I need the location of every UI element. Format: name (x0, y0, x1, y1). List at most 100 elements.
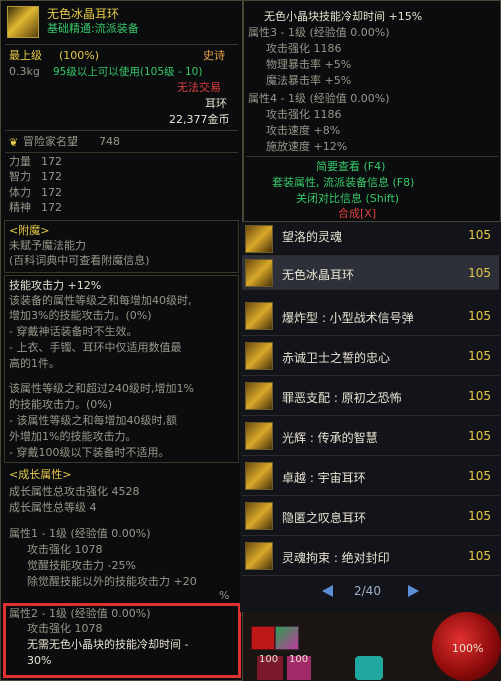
growth-total-level: 成长属性总等级 4 (9, 501, 97, 514)
skill-attack-line: 高的1件。 (9, 357, 60, 370)
attr3-line: 魔法暴击率 +5% (266, 74, 352, 87)
flare-icon (245, 302, 273, 330)
trade-status: 无法交易 (177, 81, 221, 94)
next-page-icon[interactable] (408, 585, 420, 597)
item-name: 望洛的灵魂 (282, 230, 343, 244)
item-level: 105 (468, 228, 491, 242)
emblem-icon (245, 342, 273, 370)
sigh-icon (245, 502, 273, 530)
skill-slot[interactable] (275, 626, 299, 650)
stat-int-label: 智力 (9, 170, 31, 183)
cooldown-line: 无色小晶块技能冷却时间 +15% (264, 10, 423, 23)
growth-total-attack: 成长属性总攻击强化 4528 (9, 485, 140, 498)
grade-label: 最上级 (9, 49, 42, 62)
attr1-line: 攻击强化 1078 (27, 543, 103, 556)
enchant-header: <附魔> (9, 224, 50, 237)
item-name: 无色冰晶耳环 (282, 268, 355, 282)
slot-count: 100 (289, 654, 309, 665)
item-level: 105 (468, 429, 491, 443)
item-name: 罪恶支配 : 原初之恐怖 (282, 391, 402, 405)
page-number: 2/40 (354, 584, 381, 598)
item-name: 赤诚卫士之誓的忠心 (282, 351, 391, 365)
earring-icon (245, 259, 273, 287)
stat-int-value: 172 (41, 170, 62, 183)
light-icon (245, 422, 273, 450)
item-level: 105 (468, 266, 491, 280)
renown-label: 冒险家名望 (23, 135, 78, 148)
stat-str-label: 力量 (9, 155, 31, 168)
list-item[interactable]: 爆炸型 : 小型战术信号弹 105 (242, 296, 499, 336)
list-item[interactable]: 无色冰晶耳环 105 (242, 256, 499, 290)
simple-view-link[interactable]: 简要查看 (F4) (316, 160, 385, 174)
slot-count: 100 (259, 654, 279, 665)
item-level: 105 (468, 549, 491, 563)
cosmic-icon (245, 462, 273, 490)
potion-slot[interactable] (251, 626, 275, 650)
item-level: 105 (468, 349, 491, 363)
slot-type: 耳环 (205, 97, 227, 110)
list-item[interactable]: 光辉 : 传承的智慧 105 (242, 416, 499, 456)
item-level: 105 (468, 309, 491, 323)
list-item[interactable]: 卓越 : 宇宙耳环 105 (242, 456, 499, 496)
skill-attack-title: 技能攻击力 +12% (9, 279, 102, 292)
list-item[interactable]: 赤诚卫士之誓的忠心 105 (242, 336, 499, 376)
item-tooltip-main: 无色冰晶耳环 基础精通:流派装备 最上级 (100%) 史诗 0.3kg 95级… (0, 0, 243, 681)
item-name: 光辉 : 传承的智慧 (282, 431, 378, 445)
synthesize-link[interactable]: 合成[X] (338, 207, 376, 221)
item-level: 105 (468, 469, 491, 483)
skill-attack-line: - 穿戴100级以下装备时不适用。 (9, 446, 170, 459)
skill-attack-line: - 该属性等级之和每增加40级时,额 (9, 414, 177, 427)
item-subtitle: 基础精通:流派装备 (47, 22, 139, 35)
item-name: 灵魂拘束 : 绝对封印 (282, 551, 390, 565)
list-item[interactable]: 灵魂拘束 : 绝对封印 105 (242, 536, 499, 576)
level-requirement: 95级以上可以使用(105级 - 10) (53, 66, 203, 78)
stat-str-value: 172 (41, 155, 62, 168)
attr1-line: % (219, 589, 230, 602)
list-item[interactable]: 望洛的灵魂 105 (242, 222, 499, 256)
list-item[interactable]: 隐匿之叹息耳环 105 (242, 496, 499, 536)
attr4-line: 施放速度 +12% (266, 140, 348, 153)
grade-pct: (100%) (59, 49, 100, 62)
item-level: 105 (468, 389, 491, 403)
item-tooltip-continued: 无色小晶块技能冷却时间 +15% 属性3 - 1级 (经验值 0.00%) 攻击… (243, 0, 501, 222)
hp-percent: 100% (452, 642, 484, 655)
stat-spr-value: 172 (41, 201, 62, 214)
attr3-line: 攻击强化 1186 (266, 42, 342, 55)
list-item[interactable]: 罪恶支配 : 原初之恐怖 105 (242, 376, 499, 416)
renown-value: 748 (99, 135, 120, 148)
weight: 0.3kg (9, 65, 40, 78)
attr4-title: 属性4 - 1级 (经验值 0.00%) (248, 92, 390, 105)
attr3-line: 物理暴击率 +5% (266, 58, 352, 71)
item-name: 隐匿之叹息耳环 (282, 511, 367, 525)
skill-attack-line: 的技能攻击力。(0%) (9, 398, 113, 411)
compare-link[interactable]: 关闭对比信息 (Shift) (296, 192, 399, 206)
attr4-line: 攻击速度 +8% (266, 124, 341, 137)
growth-header: <成长属性> (9, 468, 72, 481)
attr1-line: 除觉醒技能以外的技能攻击力 +20 (27, 575, 197, 588)
attr1-line: 觉醒技能攻击力 -25% (27, 559, 136, 572)
pager: 2/40 (320, 583, 440, 601)
stat-vit-label: 体力 (9, 186, 31, 199)
prev-page-icon[interactable] (322, 585, 334, 597)
attr1-title: 属性1 - 1级 (经验值 0.00%) (9, 527, 151, 540)
skill-attack-line: 该装备的属性等级之和每增加40级时, (9, 294, 192, 307)
cyan-skill-slot[interactable] (355, 656, 383, 680)
item-name: 无色冰晶耳环 (47, 7, 120, 21)
skill-attack-line: 该属性等级之和超过240级时,增加1% (9, 382, 194, 395)
renown-icon: ❦ (9, 136, 19, 149)
rarity-label: 史诗 (203, 49, 225, 62)
item-name: 卓越 : 宇宙耳环 (282, 471, 366, 485)
attr3-title: 属性3 - 1级 (经验值 0.00%) (248, 26, 390, 39)
skull-icon (245, 382, 273, 410)
enchant-text: 未赋予魔法能力 (9, 239, 86, 252)
hp-orb: 100% (432, 612, 501, 681)
highlight-box (3, 603, 241, 678)
set-info-link[interactable]: 套装属性, 流派装备信息 (F8) (272, 176, 414, 190)
item-name: 爆炸型 : 小型战术信号弹 (282, 311, 414, 325)
attr4-line: 攻击强化 1186 (266, 108, 342, 121)
ring-icon (245, 225, 273, 253)
skill-attack-line: - 穿戴神话装备时不生效。 (9, 325, 138, 338)
earring-icon (7, 6, 39, 38)
price: 22,377金币 (169, 113, 230, 126)
stat-vit-value: 172 (41, 186, 62, 199)
